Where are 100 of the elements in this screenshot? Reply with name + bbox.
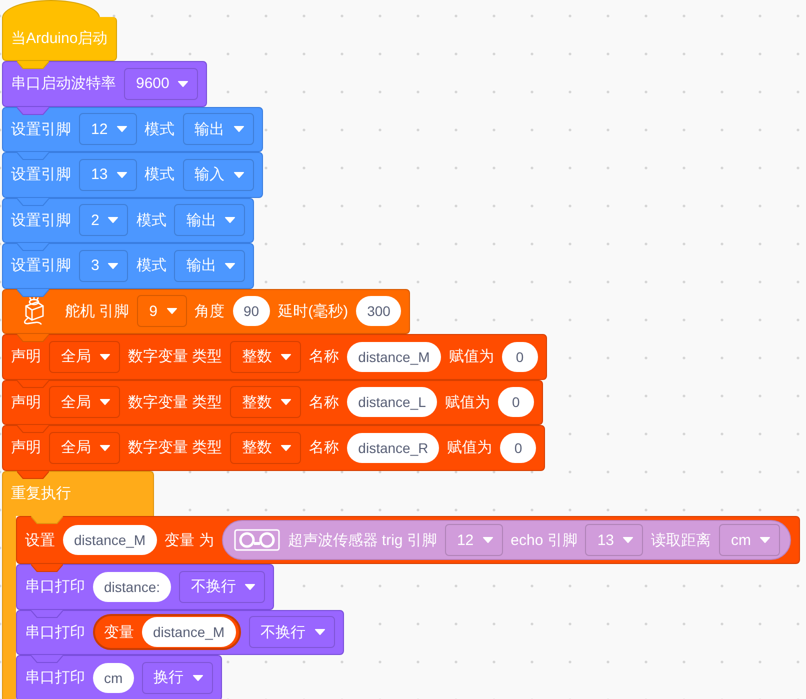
block-label: 重复执行: [11, 484, 71, 504]
text-input[interactable]: cm: [93, 662, 134, 693]
caret-icon: [116, 126, 127, 132]
block-dropdown[interactable]: 13: [585, 524, 644, 556]
block-label: 延时(毫秒): [278, 302, 348, 321]
text-input[interactable]: distance_R: [347, 432, 440, 463]
caret-icon: [314, 629, 325, 636]
block-label: 数字变量 类型: [128, 392, 222, 412]
block-label: 声明: [11, 438, 41, 458]
block-label: 变量: [104, 622, 134, 642]
variable-reporter[interactable]: 变量 distance_M: [93, 614, 241, 650]
ultrasonic-sensor-icon: [234, 529, 280, 551]
ultrasonic-reporter[interactable]: 超声波传感器 trig 引脚 12 echo 引脚 13 读取距离 cm: [222, 520, 792, 560]
caret-icon: [482, 537, 493, 543]
text-input[interactable]: 90: [232, 296, 270, 326]
block-label: 串口启动波特率: [11, 74, 116, 94]
block-label: 串口打印: [25, 622, 85, 642]
block-label: 读取距离: [651, 530, 712, 550]
block-dropdown[interactable]: 全局: [49, 386, 120, 418]
caret-icon: [225, 217, 236, 224]
block-label: 模式: [144, 165, 175, 184]
connector-tab-icon: [17, 243, 49, 251]
block-dropdown[interactable]: 12: [79, 113, 137, 146]
text-input[interactable]: distance_M: [63, 525, 157, 555]
caret-icon: [178, 80, 188, 87]
connector-tab-icon: [31, 564, 63, 572]
caret-icon: [108, 217, 118, 224]
connector-tab-icon: [31, 516, 63, 524]
block-dropdown[interactable]: 全局: [49, 340, 120, 373]
block-dropdown[interactable]: 3: [79, 250, 128, 282]
block-dropdown[interactable]: cm: [719, 524, 780, 556]
block-label: 模式: [144, 120, 175, 139]
caret-icon: [245, 584, 256, 590]
connector-tab-icon: [31, 655, 63, 663]
text-input[interactable]: 0: [500, 432, 536, 463]
text-input[interactable]: 0: [502, 342, 538, 372]
block-label: 角度: [194, 302, 225, 321]
caret-icon: [281, 354, 292, 360]
connector-tab-icon: [17, 470, 49, 478]
block-label: 设置引脚: [11, 120, 71, 139]
block-label: 设置引脚: [11, 165, 71, 184]
block-dropdown[interactable]: 输入: [182, 158, 254, 191]
block-dropdown[interactable]: 2: [79, 204, 128, 236]
block-label: 当Arduino启动: [11, 29, 108, 48]
block-dropdown[interactable]: 输出: [174, 250, 246, 282]
block-dropdown[interactable]: 9600: [124, 68, 198, 100]
block-label: 模式: [136, 210, 166, 230]
text-input[interactable]: 300: [356, 296, 402, 326]
caret-icon: [116, 172, 127, 178]
block-label: 串口打印: [25, 577, 85, 596]
connector-tab-icon: [17, 198, 49, 206]
block-dropdown[interactable]: 12: [444, 524, 503, 556]
block-label: 设置引脚: [11, 256, 71, 276]
text-input[interactable]: distance_M: [142, 617, 236, 648]
text-input[interactable]: distance_L: [347, 387, 437, 418]
block-label: 舵机 引脚: [65, 302, 130, 321]
block-label: 设置引脚: [11, 210, 71, 230]
block-label: echo 引脚: [510, 530, 578, 550]
block-label: 赋值为: [444, 392, 490, 412]
block-dropdown[interactable]: 整数: [230, 432, 302, 464]
connector-tab-icon: [17, 380, 49, 388]
connector-tab-icon: [17, 334, 49, 342]
text-input[interactable]: distance:: [93, 572, 172, 602]
connector-tab-icon: [17, 152, 49, 160]
caret-icon: [234, 126, 244, 132]
block-label: 变量 为: [164, 530, 214, 550]
block-dropdown[interactable]: 整数: [230, 340, 302, 373]
block-dropdown[interactable]: 整数: [230, 386, 302, 418]
forever-loop-block[interactable]: 重复执行 设置 distance_M 变量 为 超声波传感器 trig 引脚 12 echo 引脚 13 读取距离 cm 串口打印 distance: 不换行 串口打印 变量 distance_M 不换行 串口打印 cm 换行: [2, 470, 800, 699]
caret-icon: [760, 537, 770, 543]
connector-tab-icon: [17, 288, 49, 296]
block-label: 赋值为: [447, 438, 492, 458]
block-dropdown[interactable]: 换行: [142, 662, 213, 694]
block-label: 数字变量 类型: [128, 347, 222, 366]
block-label: 名称: [309, 347, 340, 366]
block-dropdown[interactable]: 不换行: [179, 570, 266, 603]
connector-tab-icon: [17, 106, 49, 114]
caret-icon: [281, 399, 292, 406]
block-label: 名称: [309, 392, 340, 412]
block-label: 声明: [11, 392, 41, 412]
caret-icon: [108, 262, 118, 269]
block-label: 名称: [309, 438, 340, 458]
caret-icon: [192, 674, 203, 681]
block-dropdown[interactable]: 输出: [174, 204, 246, 236]
block-dropdown[interactable]: 13: [79, 158, 137, 191]
block-label: 声明: [11, 347, 41, 366]
caret-icon: [100, 354, 110, 360]
block-label: 模式: [136, 256, 166, 276]
caret-icon: [100, 444, 110, 451]
text-input[interactable]: 0: [498, 387, 534, 418]
block-label: 设置: [25, 530, 55, 550]
block-dropdown[interactable]: 9: [137, 295, 187, 328]
caret-icon: [100, 399, 110, 406]
caret-icon: [623, 537, 634, 543]
block-dropdown[interactable]: 不换行: [248, 616, 335, 648]
block-dropdown[interactable]: 输出: [182, 113, 254, 146]
block-dropdown[interactable]: 全局: [49, 432, 120, 464]
serial-block[interactable]: 串口打印 cm 换行: [16, 655, 222, 699]
block-label: 串口打印: [25, 668, 85, 688]
text-input[interactable]: distance_M: [347, 342, 441, 372]
